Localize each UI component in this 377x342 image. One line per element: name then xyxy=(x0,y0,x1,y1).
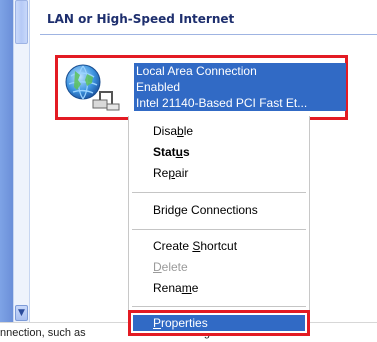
menu-item-delete: Delete xyxy=(153,260,188,274)
connection-item-lan[interactable]: Local Area Connection Enabled Intel 2114… xyxy=(55,55,348,120)
connection-label: Local Area Connection Enabled Intel 2114… xyxy=(134,63,346,111)
menu-item-rename[interactable]: Rename xyxy=(153,281,198,295)
vertical-scrollbar[interactable]: ▼ xyxy=(13,0,30,322)
menu-item-disable[interactable]: Disable xyxy=(153,124,193,138)
menu-item-properties[interactable]: Properties xyxy=(133,315,305,331)
menu-item-bridge-connections[interactable]: Bridge Connections xyxy=(153,203,258,217)
menu-item-create-shortcut[interactable]: Create Shortcut xyxy=(153,239,237,253)
scroll-down-button[interactable]: ▼ xyxy=(15,305,28,321)
scrollbar-thumb[interactable] xyxy=(15,0,28,44)
context-menu: Disable Status Repair Bridge Connections… xyxy=(128,116,310,322)
chevron-down-icon: ▼ xyxy=(18,308,25,318)
menu-item-repair[interactable]: Repair xyxy=(153,166,188,180)
group-header: LAN or High-Speed Internet xyxy=(47,12,235,26)
menu-item-properties-highlight: Properties xyxy=(128,310,310,336)
connection-status: Enabled xyxy=(136,80,181,94)
group-divider xyxy=(40,34,377,35)
menu-separator xyxy=(132,229,306,230)
connection-device: Intel 21140-Based PCI Fast Et... xyxy=(136,96,308,110)
menu-item-status[interactable]: Status xyxy=(153,145,190,159)
menu-separator xyxy=(132,192,306,193)
network-connection-icon xyxy=(65,64,120,111)
left-task-pane xyxy=(0,0,13,322)
connection-name: Local Area Connection xyxy=(136,64,257,78)
menu-separator xyxy=(132,306,306,307)
